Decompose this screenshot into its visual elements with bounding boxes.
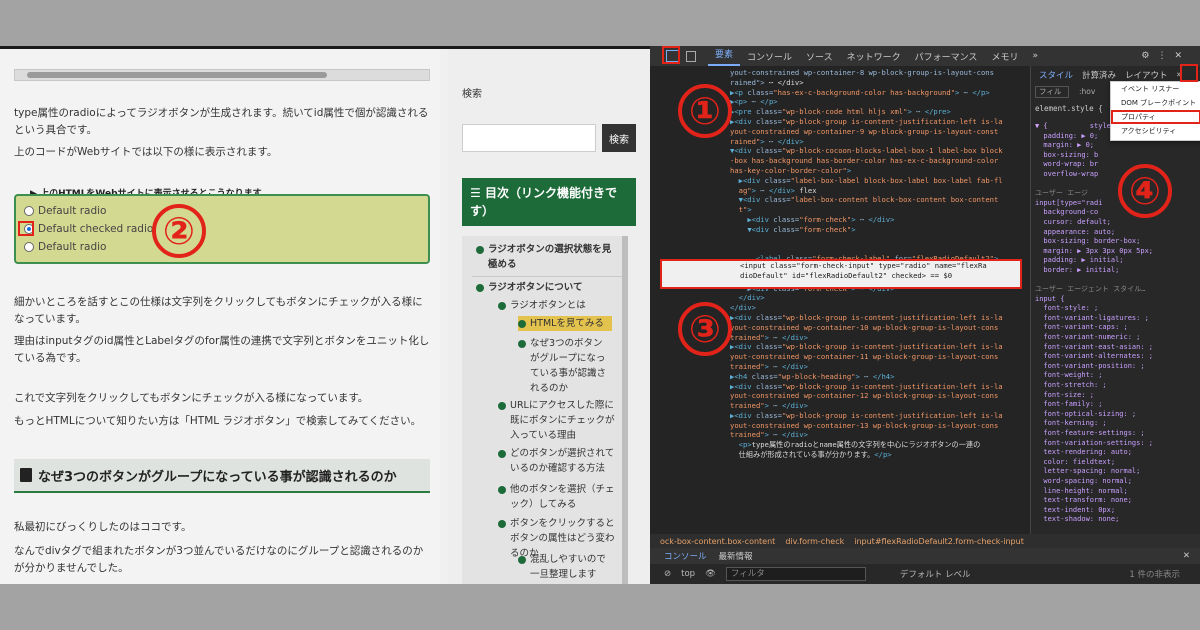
- drawer-tab-whats-new[interactable]: 最新情報: [719, 550, 753, 562]
- context-selector[interactable]: top: [681, 569, 695, 579]
- toc-item[interactable]: 他のボタンを選択（チェック）してみる: [498, 482, 618, 512]
- sidebar: 検索 検索 ☰ 目次（リンク機能付きです） ラジオボタンの選択状態を見極める ラ…: [448, 49, 650, 584]
- tab-console[interactable]: コンソール: [740, 50, 799, 63]
- paragraph: なんでdivタグで組まれたボタンが3つ並んでいるだけなのにグループと認識されるの…: [14, 545, 424, 574]
- code-horizontal-scrollbar[interactable]: [14, 69, 430, 81]
- search-button[interactable]: 検索: [602, 124, 636, 152]
- breadcrumb-item[interactable]: input#flexRadioDefault2.form-check-input: [854, 537, 1024, 546]
- device-toolbar-icon[interactable]: [686, 50, 696, 62]
- search-input[interactable]: [462, 124, 596, 152]
- menu-item-accessibility[interactable]: アクセシビリティ: [1111, 124, 1200, 138]
- settings-icon[interactable]: ⚙⋮✕: [1141, 51, 1190, 61]
- radio-option-1[interactable]: Default radio: [24, 205, 106, 217]
- toc-item[interactable]: 混乱しやすいので一旦整理します: [518, 552, 612, 582]
- menu-item-event-listeners[interactable]: イベント リスナー: [1111, 82, 1200, 96]
- tab-network[interactable]: ネットワーク: [840, 50, 908, 63]
- paragraph: 私最初にびっくりしたのはココです。: [14, 521, 192, 533]
- article-content: type属性のradioによってラジオボタンが生成されます。続いてid属性で個が…: [0, 49, 440, 584]
- tab-sources[interactable]: ソース: [799, 50, 840, 63]
- toc-item[interactable]: ラジオボタンとは: [498, 298, 618, 313]
- paragraph: もっとHTMLについて知りたい方は「HTML ラジオボタン」で検索してみてくださ…: [14, 415, 422, 427]
- eye-icon[interactable]: 👁: [705, 569, 716, 579]
- marker-3: ③: [678, 302, 732, 356]
- breadcrumb-item[interactable]: div.form-check: [785, 537, 844, 546]
- highlight-selected-node: [660, 259, 1022, 289]
- paragraph: 上のコードがWebサイトでは以下の様に表示されます。: [14, 146, 278, 158]
- highlight-inspect-icon: [662, 46, 680, 64]
- clear-console-icon[interactable]: ⊘: [664, 569, 671, 579]
- toc-scrollbar[interactable]: [622, 236, 628, 584]
- tab-elements[interactable]: 要素: [708, 46, 741, 66]
- console-toolbar: ⊘ top 👁 フィルタ デフォルト レベル 1 件の非表示: [650, 564, 1200, 584]
- hov-toggle[interactable]: :hov: [1079, 87, 1095, 96]
- paragraph: type属性のradioによってラジオボタンが生成されます。続いてid属性で個が…: [14, 107, 429, 136]
- highlight-more-button: [1180, 64, 1198, 82]
- toc-item-active[interactable]: HTMLを見てみる: [518, 316, 612, 331]
- toc-title: ☰ 目次（リンク機能付きです）: [462, 178, 636, 226]
- menu-item-properties[interactable]: プロパティ: [1111, 110, 1200, 124]
- breadcrumb: ock-box-content.box-content div.form-che…: [650, 534, 1200, 548]
- paragraph: 細かいところを話すとこの仕様は文字列をクリックしてもボタンにチェックが入る様にな…: [14, 296, 423, 325]
- breadcrumb-item[interactable]: ock-box-content.box-content: [660, 537, 775, 546]
- hidden-count: 1 件の非表示: [1129, 570, 1180, 580]
- radio-option-3[interactable]: Default radio: [24, 241, 106, 253]
- toc-list: ラジオボタンの選択状態を見極める ラジオボタンについて ラジオボタンとは HTM…: [462, 236, 628, 584]
- tab-computed[interactable]: 計算済み: [1082, 69, 1116, 81]
- toc-item[interactable]: どのボタンが選択されているのか確認する方法: [498, 446, 618, 476]
- css-rules: ▼ { style padding: ▶ 0; margin: ▶ 0; box…: [1035, 122, 1154, 524]
- devtools-panel: 要素 コンソール ソース ネットワーク パフォーマンス メモリ » ⚙⋮✕ yo…: [650, 46, 1200, 584]
- toc-item[interactable]: なぜ3つのボタンがグループになっている事が認識されるのか: [518, 336, 612, 396]
- tab-memory[interactable]: メモリ: [984, 50, 1025, 63]
- devtools-tabbar: 要素 コンソール ソース ネットワーク パフォーマンス メモリ » ⚙⋮✕: [650, 46, 1200, 66]
- toc-item[interactable]: URLにアクセスした際に既にボタンにチェックが入っている理由: [498, 398, 618, 443]
- search-label: 検索: [462, 89, 482, 100]
- file-icon: [20, 468, 32, 482]
- tab-performance[interactable]: パフォーマンス: [908, 50, 985, 63]
- radio-option-2[interactable]: Default checked radio: [24, 223, 153, 235]
- radio-button[interactable]: [24, 242, 34, 252]
- radio-demo-box: Default radio Default checked radio Defa…: [14, 194, 430, 264]
- toc-item[interactable]: ラジオボタンの選択状態を見極める: [476, 242, 616, 272]
- marker-2: ②: [152, 204, 206, 258]
- marker-4: ④: [1118, 164, 1172, 218]
- toc-item[interactable]: ラジオボタンについて: [476, 280, 616, 295]
- log-level-select[interactable]: デフォルト レベル: [900, 568, 971, 580]
- drawer-tab-console[interactable]: コンソール: [664, 550, 707, 562]
- radio-button[interactable]: [24, 206, 34, 216]
- menu-item-dom-breakpoints[interactable]: DOM ブレークポイント: [1111, 96, 1200, 110]
- drawer-tabbar: コンソール 最新情報 ✕: [650, 548, 1200, 564]
- section-heading: なぜ3つのボタンがグループになっている事が認識されるのか: [14, 459, 430, 493]
- close-icon[interactable]: ✕: [1183, 551, 1190, 561]
- more-panels-menu: イベント リスナー DOM ブレークポイント プロパティ アクセシビリティ: [1110, 81, 1200, 141]
- web-page: type属性のradioによってラジオボタンが生成されます。続いてid属性で個が…: [0, 46, 650, 584]
- marker-1: ①: [678, 84, 732, 138]
- tab-styles[interactable]: スタイル: [1039, 69, 1073, 81]
- console-filter-input[interactable]: フィルタ: [725, 567, 866, 581]
- paragraph: これで文字列をクリックしてもボタンにチェックが入る様になっています。: [14, 392, 369, 404]
- element-style-rule: element.style {: [1035, 104, 1103, 113]
- highlight-checked-radio: [18, 221, 34, 236]
- styles-filter-input[interactable]: フィル: [1035, 86, 1069, 98]
- more-tabs-button[interactable]: »: [1025, 51, 1045, 61]
- paragraph: 理由はinputタグのid属性とLabelタグのfor属性の連携で文字列とボタン…: [14, 335, 430, 364]
- tab-layout[interactable]: レイアウト: [1125, 69, 1168, 81]
